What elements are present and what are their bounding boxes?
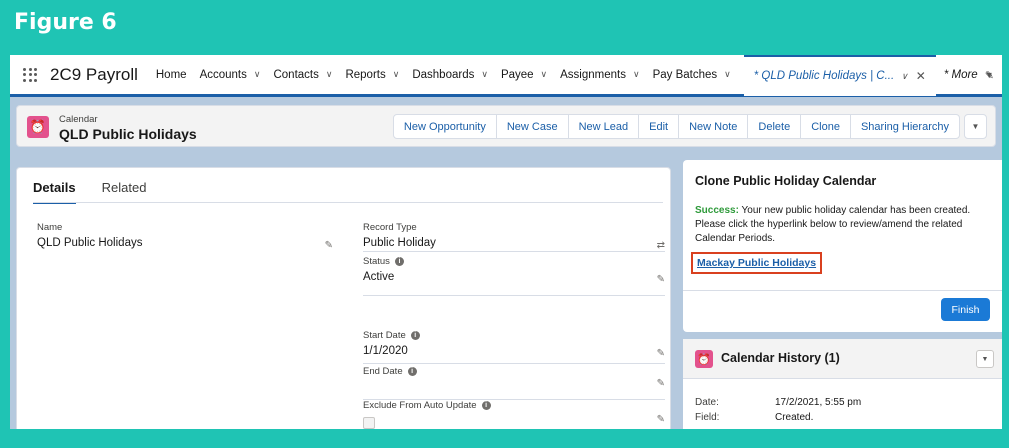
info-icon[interactable]: i <box>410 331 420 340</box>
nav-item-label: Reports <box>345 68 386 81</box>
tabs-divider <box>33 202 663 203</box>
change-record-type-icon[interactable]: ⇄ <box>657 240 665 251</box>
new-case-button[interactable]: New Case <box>497 115 569 138</box>
history-field-row: Field: Created. <box>695 412 813 423</box>
tab-qld-public-holidays[interactable]: * QLD Public Holidays | C... ∨ ✕ <box>743 55 936 96</box>
chevron-down-icon[interactable]: ∨ <box>393 69 400 80</box>
pencil-icon[interactable]: ✎ <box>657 414 665 425</box>
end-date-label: End Date <box>363 366 403 377</box>
object-type: Calendar <box>59 114 98 125</box>
calendar-icon: ⏰ <box>27 116 49 138</box>
chevron-down-icon[interactable]: ∨ <box>901 71 908 82</box>
pencil-icon[interactable]: ✎ <box>325 240 333 251</box>
record-name: QLD Public Holidays <box>59 126 197 142</box>
chevron-down-icon[interactable]: ∨ <box>326 69 333 80</box>
tab-details[interactable]: Details <box>33 180 76 204</box>
status-label: Status <box>363 256 390 267</box>
start-date-value: 1/1/2020 <box>363 345 408 357</box>
new-opportunity-button[interactable]: New Opportunity <box>394 115 497 138</box>
waffle-icon[interactable] <box>23 67 37 82</box>
new-lead-button[interactable]: New Lead <box>569 115 640 138</box>
sharing-hierarchy-button[interactable]: Sharing Hierarchy <box>851 115 959 138</box>
detail-tabs: Details Related <box>33 180 172 204</box>
nav-item-label: Dashboards <box>412 68 475 81</box>
exclude-field: Exclude From Auto Update i ✎ <box>363 400 665 429</box>
success-label: Success: <box>695 205 739 216</box>
nav-item-label: Assignments <box>560 68 626 81</box>
nav-item-assignments[interactable]: Assignments ∨ <box>560 69 639 81</box>
tab-related[interactable]: Related <box>102 180 147 204</box>
pencil-icon[interactable]: ✎ <box>657 274 665 285</box>
nav-item-payee[interactable]: Payee ∨ <box>501 69 547 81</box>
record-type-label: Record Type <box>363 222 417 233</box>
history-date-row: Date: 17/2/2021, 5:55 pm <box>695 397 861 408</box>
name-field: Name QLD Public Holidays ✎ <box>37 222 333 252</box>
nav-item-pay-batches[interactable]: Pay Batches ∨ <box>653 69 731 81</box>
nav-item-label: Pay Batches <box>652 68 718 81</box>
start-date-label: Start Date <box>363 330 406 341</box>
chevron-down-icon[interactable]: ∨ <box>254 69 261 80</box>
nav-item-label: Accounts <box>199 68 247 81</box>
nav-item-contacts[interactable]: Contacts ∨ <box>273 69 332 81</box>
nav-item-home[interactable]: Home <box>156 69 187 81</box>
nav-item-label: Contacts <box>273 68 319 81</box>
info-icon[interactable]: i <box>394 257 404 266</box>
finish-button[interactable]: Finish <box>941 298 990 321</box>
new-calendar-link[interactable]: Mackay Public Holidays <box>691 252 823 274</box>
chevron-down-icon[interactable]: ∨ <box>724 69 731 80</box>
more-actions-button[interactable]: ▼ <box>964 114 987 139</box>
figure-title: Figure 6 <box>14 10 117 35</box>
chevron-down-icon[interactable]: ∨ <box>541 69 548 80</box>
delete-button[interactable]: Delete <box>748 115 802 138</box>
nav-item-accounts[interactable]: Accounts ∨ <box>200 69 261 81</box>
end-date-value <box>363 381 665 395</box>
clone-title: Clone Public Holiday Calendar <box>695 174 877 188</box>
nav-item-dashboards[interactable]: Dashboards ∨ <box>412 69 488 81</box>
history-field-value: Created. <box>775 412 814 423</box>
nav-item-label: Home <box>155 68 187 81</box>
history-title: Calendar History (1) <box>721 351 840 365</box>
new-note-button[interactable]: New Note <box>679 115 749 138</box>
pencil-icon[interactable]: ✎ <box>657 378 665 389</box>
record-type-field: Record Type Public Holiday ⇄ <box>363 222 665 252</box>
history-date-value: 17/2/2021, 5:55 pm <box>775 397 862 408</box>
history-date-label: Date: <box>695 397 719 408</box>
nav-more-label: * More <box>943 68 978 81</box>
end-date-field: End Date i ✎ <box>363 366 665 400</box>
info-icon[interactable]: i <box>481 401 491 410</box>
pencil-icon[interactable]: ✎ <box>657 348 665 359</box>
global-nav: 2C9 Payroll Home Accounts ∨ Contacts ∨ Report… <box>10 55 1002 97</box>
action-buttons: New Opportunity New Case New Lead Edit New N… <box>392 114 960 139</box>
edit-button[interactable]: Edit <box>639 115 680 138</box>
clone-calendar-card: Clone Public Holiday Calendar Success: Y… <box>683 160 1002 332</box>
calendar-icon: ⏰ <box>695 350 713 368</box>
status-field: Status i Active ✎ <box>363 256 665 296</box>
chevron-down-icon[interactable]: ∨ <box>633 69 640 80</box>
exclude-checkbox[interactable] <box>363 417 375 429</box>
name-label: Name <box>37 222 63 233</box>
clone-message: Success: Your new public holiday calenda… <box>695 204 995 246</box>
pencil-icon[interactable]: ✎ <box>985 69 994 82</box>
status-value: Active <box>363 271 395 283</box>
nav-item-label: Payee <box>500 68 534 81</box>
start-date-field: Start Date i 1/1/2020 ✎ <box>363 330 665 364</box>
details-panel: Details Related Name QLD Public Holidays… <box>16 167 671 429</box>
history-header: ⏰ Calendar History (1) ▼ <box>683 339 1002 379</box>
record-type-value: Public Holiday <box>363 237 436 249</box>
active-tab-label: * QLD Public Holidays | C... <box>753 70 895 82</box>
close-icon[interactable]: ✕ <box>916 69 926 83</box>
nav-item-reports[interactable]: Reports ∨ <box>345 69 399 81</box>
salesforce-window: 2C9 Payroll Home Accounts ∨ Contacts ∨ Report… <box>10 55 1002 429</box>
app-name: 2C9 Payroll <box>50 64 138 84</box>
record-header: ⏰ Calendar QLD Public Holidays New Oppor… <box>16 105 996 147</box>
history-menu-button[interactable]: ▼ <box>976 350 994 368</box>
calendar-history-card: ⏰ Calendar History (1) ▼ Date: 17/2/2021… <box>683 339 1002 429</box>
history-field-label: Field: <box>695 412 720 423</box>
chevron-down-icon[interactable]: ∨ <box>481 69 488 80</box>
info-icon[interactable]: i <box>407 367 417 376</box>
clone-button[interactable]: Clone <box>801 115 851 138</box>
exclude-label: Exclude From Auto Update <box>363 400 477 411</box>
name-value: QLD Public Holidays <box>37 237 143 249</box>
